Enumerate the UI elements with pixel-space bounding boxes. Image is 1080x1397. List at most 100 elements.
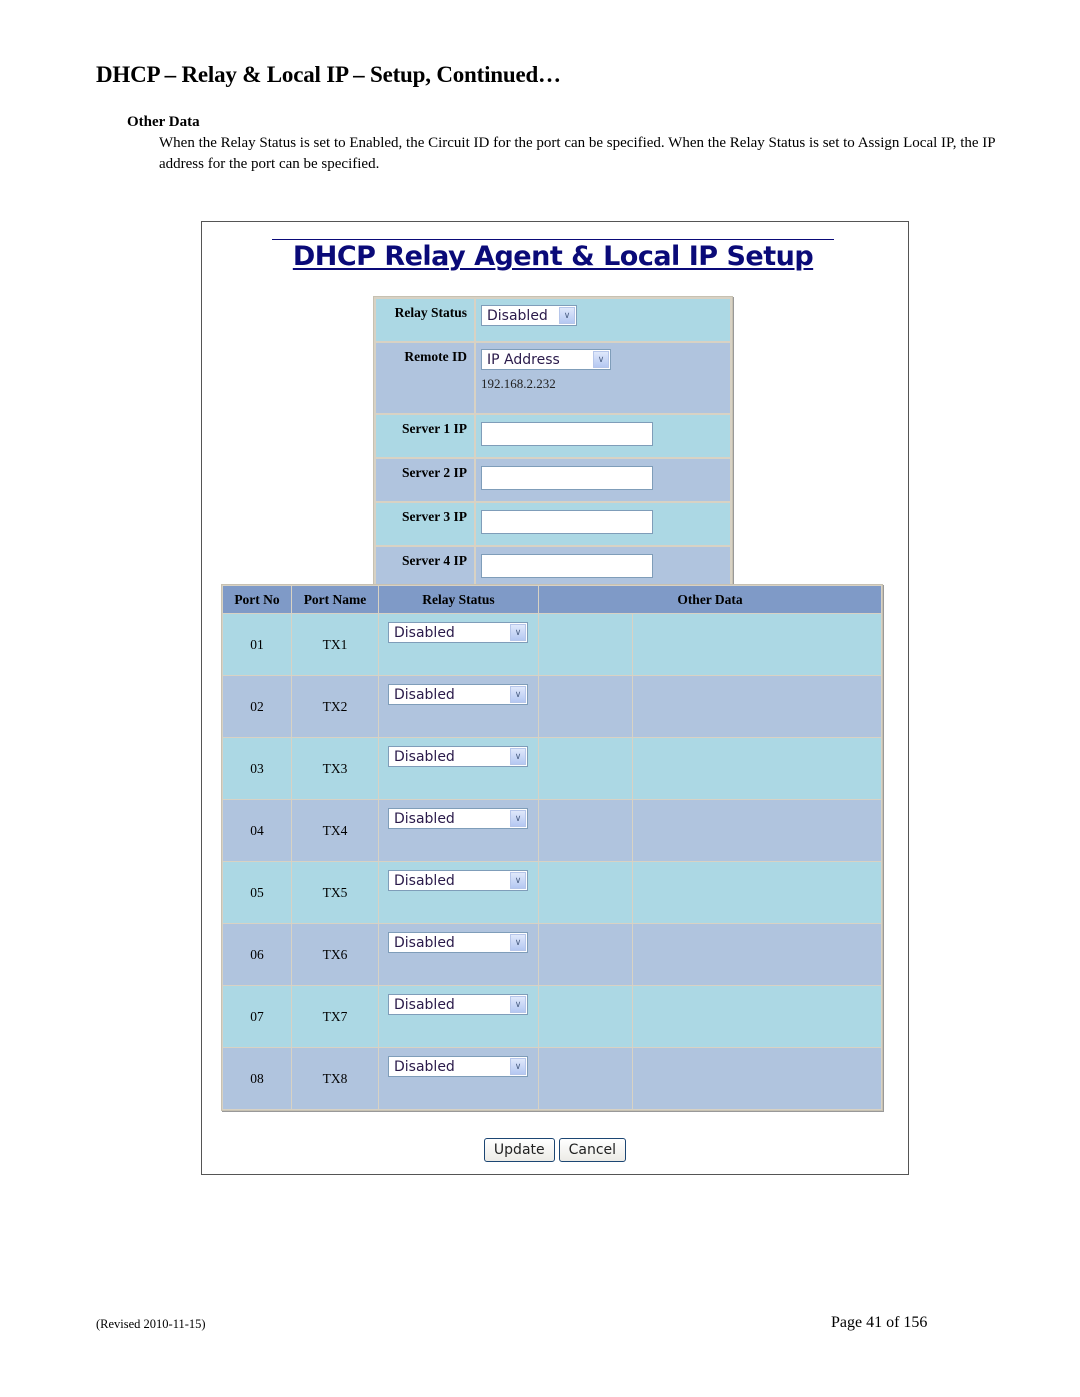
port-relay-status-cell: Disabled ∨ — [379, 738, 538, 799]
other-data-cell-1 — [539, 614, 632, 675]
port-relay-status-cell: Disabled ∨ — [379, 614, 538, 675]
server-1-row: Server 1 IP — [376, 415, 730, 457]
other-data-cell-1 — [539, 1048, 632, 1109]
header-other-data: Other Data — [539, 586, 881, 613]
port-relay-status-cell: Disabled ∨ — [379, 862, 538, 923]
port-table-header: Port No Port Name Relay Status Other Dat… — [223, 586, 881, 613]
port-relay-status-cell: Disabled ∨ — [379, 986, 538, 1047]
chevron-down-icon[interactable]: ∨ — [510, 810, 526, 827]
port-no: 08 — [223, 1048, 291, 1109]
other-data-cell-2 — [633, 1048, 881, 1109]
port-name: TX5 — [292, 862, 378, 923]
remote-id-label: Remote ID — [376, 343, 474, 413]
chevron-down-icon[interactable]: ∨ — [510, 686, 526, 703]
port-name: TX7 — [292, 986, 378, 1047]
port-relay-status-cell: Disabled ∨ — [379, 676, 538, 737]
chevron-down-icon[interactable]: ∨ — [510, 748, 526, 765]
port-relay-status-select[interactable]: Disabled ∨ — [388, 684, 528, 705]
relay-status-label: Relay Status — [376, 299, 474, 341]
chevron-down-icon[interactable]: ∨ — [559, 307, 575, 324]
port-name: TX6 — [292, 924, 378, 985]
other-data-cell-2 — [633, 862, 881, 923]
server-2-row: Server 2 IP — [376, 459, 730, 501]
server-3-label: Server 3 IP — [376, 503, 474, 545]
port-no: 01 — [223, 614, 291, 675]
app-title: DHCP Relay Agent & Local IP Setup — [272, 239, 834, 272]
port-no: 04 — [223, 800, 291, 861]
header-port-no: Port No — [223, 586, 291, 613]
other-data-cell-1 — [539, 986, 632, 1047]
cancel-button[interactable]: Cancel — [558, 1138, 627, 1162]
section-body: When the Relay Status is set to Enabled,… — [159, 135, 996, 172]
port-relay-status-select[interactable]: Disabled ∨ — [388, 746, 528, 767]
port-relay-status-value: Disabled — [394, 748, 455, 765]
port-relay-status-value: Disabled — [394, 1058, 455, 1075]
other-data-cell-2 — [633, 924, 881, 985]
document-title: DHCP – Relay & Local IP – Setup, Continu… — [96, 62, 561, 87]
other-data-cell-2 — [633, 800, 881, 861]
chevron-down-icon[interactable]: ∨ — [510, 934, 526, 951]
port-relay-status-select[interactable]: Disabled ∨ — [388, 932, 528, 953]
other-data-cell-1 — [539, 862, 632, 923]
port-relay-status-select[interactable]: Disabled ∨ — [388, 808, 528, 829]
port-relay-status-cell: Disabled ∨ — [379, 800, 538, 861]
remote-id-row: Remote ID IP Address ∨ 192.168.2.232 — [376, 343, 730, 413]
port-relay-status-value: Disabled — [394, 872, 455, 889]
revised-date: (Revised 2010-11-15) — [96, 1317, 206, 1331]
other-data-cell-2 — [633, 614, 881, 675]
relay-status-row: Relay Status Disabled ∨ — [376, 299, 730, 341]
port-row: 06 TX6 Disabled ∨ — [223, 924, 881, 985]
port-name: TX1 — [292, 614, 378, 675]
port-row: 07 TX7 Disabled ∨ — [223, 986, 881, 1047]
port-relay-status-select[interactable]: Disabled ∨ — [388, 1056, 528, 1077]
settings-table: Relay Status Disabled ∨ Remote ID IP Add… — [373, 296, 733, 592]
port-row: 01 TX1 Disabled ∨ — [223, 614, 881, 675]
port-relay-status-value: Disabled — [394, 686, 455, 703]
port-name: TX2 — [292, 676, 378, 737]
chevron-down-icon[interactable]: ∨ — [510, 996, 526, 1013]
port-row: 03 TX3 Disabled ∨ — [223, 738, 881, 799]
port-relay-status-select[interactable]: Disabled ∨ — [388, 870, 528, 891]
server-3-row: Server 3 IP — [376, 503, 730, 545]
port-relay-status-cell: Disabled ∨ — [379, 924, 538, 985]
port-row: 08 TX8 Disabled ∨ — [223, 1048, 881, 1109]
other-data-cell-2 — [633, 676, 881, 737]
update-button[interactable]: Update — [483, 1138, 555, 1162]
relay-status-value: Disabled — [487, 307, 548, 324]
chevron-down-icon[interactable]: ∨ — [593, 351, 609, 368]
port-relay-status-select[interactable]: Disabled ∨ — [388, 622, 528, 643]
remote-id-value: IP Address — [487, 351, 560, 368]
other-data-cell-1 — [539, 924, 632, 985]
server-2-ip-input[interactable] — [481, 466, 653, 490]
port-no: 07 — [223, 986, 291, 1047]
server-4-row: Server 4 IP — [376, 547, 730, 589]
chevron-down-icon[interactable]: ∨ — [510, 1058, 526, 1075]
server-1-label: Server 1 IP — [376, 415, 474, 457]
port-relay-status-value: Disabled — [394, 996, 455, 1013]
remote-id-select[interactable]: IP Address ∨ — [481, 349, 611, 370]
header-relay-status: Relay Status — [379, 586, 538, 613]
port-no: 02 — [223, 676, 291, 737]
screenshot-frame: DHCP Relay Agent & Local IP Setup Relay … — [201, 221, 909, 1175]
port-relay-status-select[interactable]: Disabled ∨ — [388, 994, 528, 1015]
port-no: 03 — [223, 738, 291, 799]
port-table: Port No Port Name Relay Status Other Dat… — [221, 584, 883, 1111]
port-name: TX4 — [292, 800, 378, 861]
server-3-ip-input[interactable] — [481, 510, 653, 534]
server-4-ip-input[interactable] — [481, 554, 653, 578]
port-no: 05 — [223, 862, 291, 923]
port-row: 04 TX4 Disabled ∨ — [223, 800, 881, 861]
port-relay-status-value: Disabled — [394, 934, 455, 951]
relay-status-select[interactable]: Disabled ∨ — [481, 305, 577, 326]
section-heading: Other Data — [127, 114, 200, 130]
port-no: 06 — [223, 924, 291, 985]
button-row: Update Cancel — [202, 1138, 908, 1162]
header-port-name: Port Name — [292, 586, 378, 613]
port-name: TX3 — [292, 738, 378, 799]
port-row: 05 TX5 Disabled ∨ — [223, 862, 881, 923]
other-data-cell-2 — [633, 738, 881, 799]
server-1-ip-input[interactable] — [481, 422, 653, 446]
server-4-label: Server 4 IP — [376, 547, 474, 589]
chevron-down-icon[interactable]: ∨ — [510, 872, 526, 889]
chevron-down-icon[interactable]: ∨ — [510, 624, 526, 641]
